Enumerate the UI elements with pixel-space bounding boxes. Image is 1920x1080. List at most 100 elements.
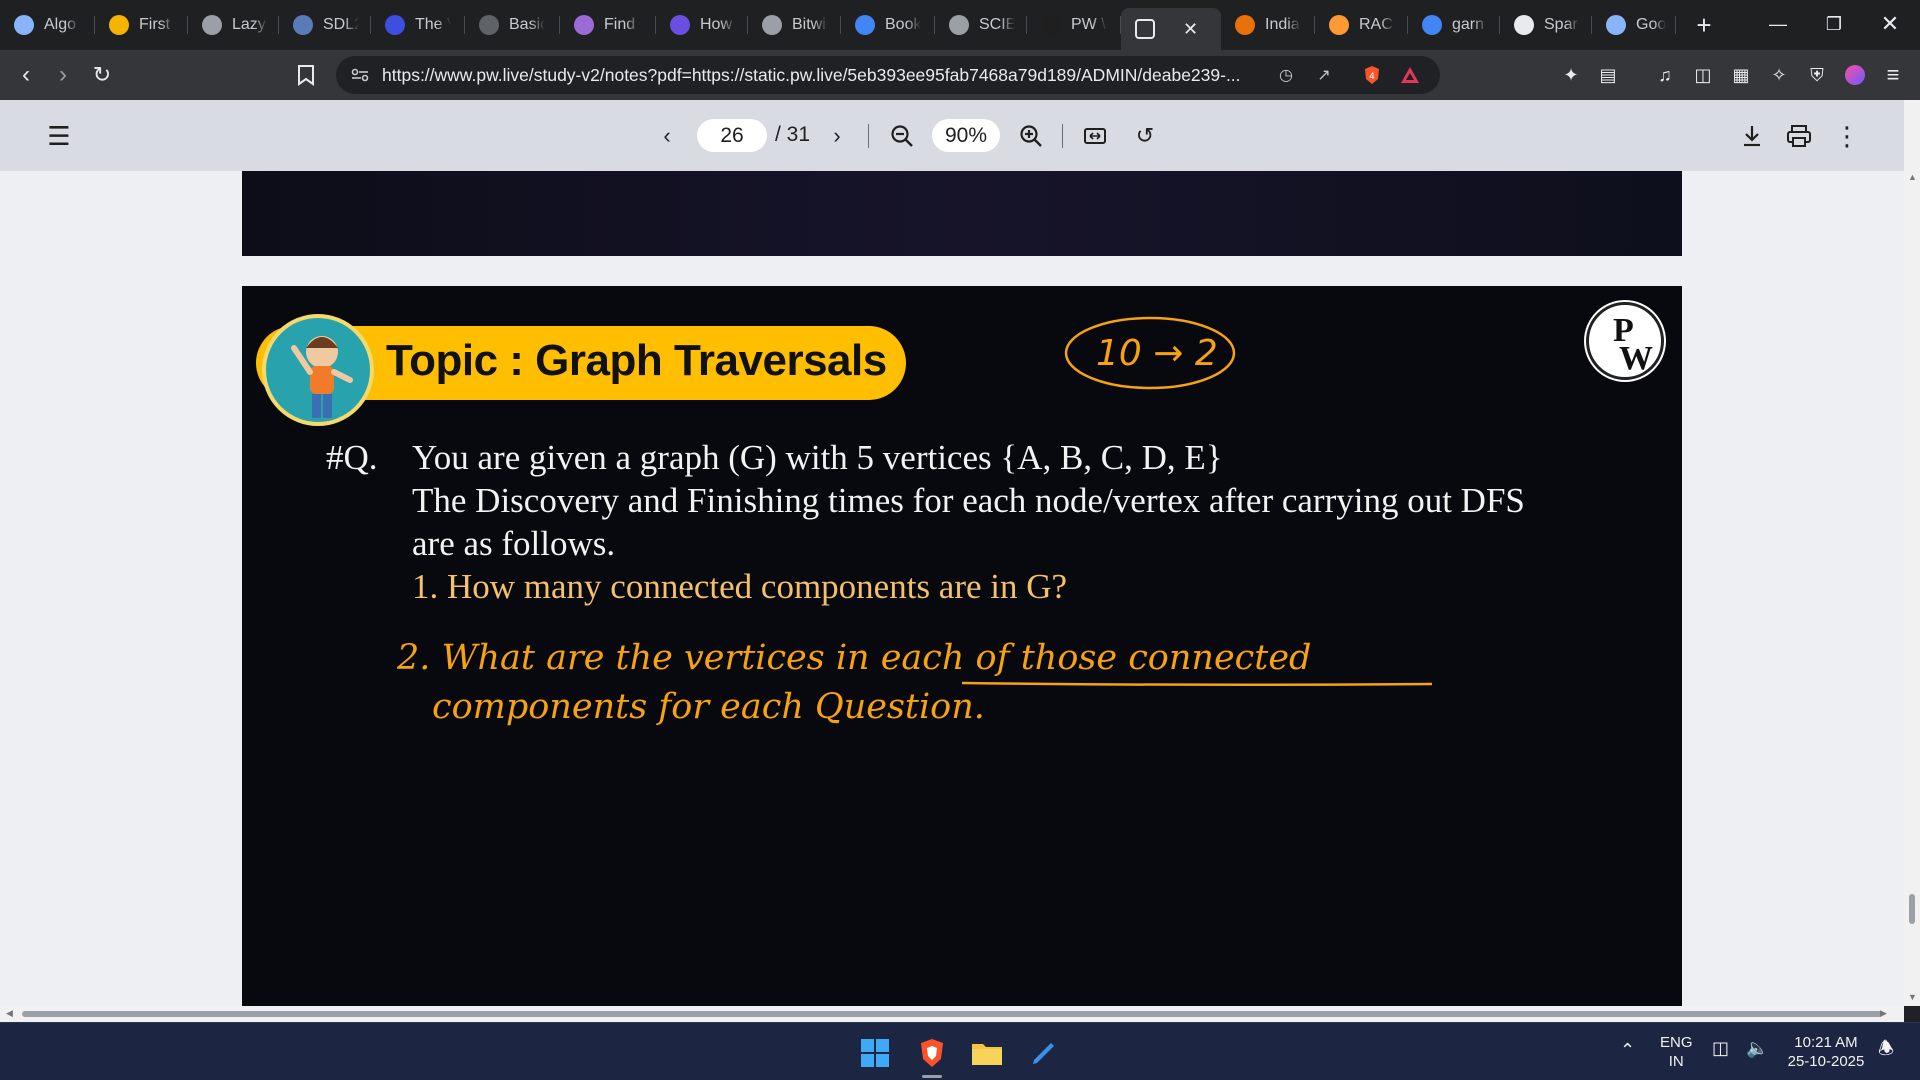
- browser-tab[interactable]: ✕: [1121, 8, 1221, 50]
- notifications-icon[interactable]: 🕭: [1878, 1039, 1894, 1058]
- brave-rewards-icon[interactable]: [1398, 63, 1422, 87]
- browser-tab[interactable]: PW \: [1027, 6, 1121, 44]
- language-indicator[interactable]: ENG IN: [1660, 1033, 1693, 1071]
- horizontal-scroll-thumb[interactable]: [22, 1011, 1882, 1017]
- tab-title: Goo: [1636, 16, 1666, 33]
- next-page-icon[interactable]: ›: [822, 121, 852, 151]
- print-icon[interactable]: [1784, 121, 1814, 151]
- network-icon[interactable]: ◫: [1712, 1039, 1729, 1058]
- pdf-toolbar: ☰ ‹ 26 / 31 › 90% ↺ ⋮: [0, 100, 1904, 171]
- tab-title: SCIE: [979, 16, 1015, 33]
- browser-tab[interactable]: The V: [371, 6, 465, 44]
- rotate-icon[interactable]: ↺: [1130, 121, 1160, 151]
- pw-icon: [1135, 19, 1155, 39]
- restore-button[interactable]: ❐: [1806, 0, 1862, 48]
- horizontal-scrollbar[interactable]: ◀ ▶: [0, 1006, 1904, 1022]
- close-window-button[interactable]: ✕: [1862, 0, 1918, 48]
- google-icon: [855, 15, 875, 35]
- site-settings-icon[interactable]: [348, 63, 372, 87]
- bookmark-icon[interactable]: [290, 59, 322, 91]
- clock-time: 10:21 AM: [1794, 1034, 1858, 1051]
- pdf-menu-icon[interactable]: ☰: [44, 121, 74, 151]
- tab-title: How: [700, 16, 733, 33]
- more-options-icon[interactable]: ⋮: [1832, 121, 1862, 151]
- zoom-out-icon[interactable]: [887, 121, 917, 151]
- language-label: ENG: [1660, 1034, 1693, 1051]
- tab-title: PW \: [1071, 16, 1106, 33]
- minimize-button[interactable]: —: [1750, 0, 1806, 48]
- close-tab-icon[interactable]: ✕: [1183, 19, 1198, 40]
- handwritten-q2-line2: components for each Question.: [432, 687, 985, 727]
- browser-tab[interactable]: Algo: [0, 6, 95, 44]
- brave-browser-icon[interactable]: [915, 1036, 949, 1070]
- clock-date: 25-10-2025: [1787, 1053, 1865, 1070]
- site-icon: [1235, 15, 1255, 35]
- page-number-input[interactable]: 26: [697, 119, 767, 152]
- share-icon[interactable]: ↗: [1312, 63, 1336, 87]
- tab-title: Bitwi: [792, 16, 826, 33]
- vertical-scroll-thumb[interactable]: [1909, 894, 1915, 924]
- download-icon[interactable]: [1737, 121, 1767, 151]
- zoom-in-icon[interactable]: [1016, 121, 1046, 151]
- browser-tab[interactable]: Lazy: [188, 6, 279, 44]
- browser-tab[interactable]: RAC: [1315, 6, 1408, 44]
- handwritten-note: 10 → 2: [1096, 333, 1218, 374]
- address-bar[interactable]: https://www.pw.live/study-v2/notes?pdf=h…: [336, 56, 1440, 94]
- tab-title: Lazy: [232, 16, 266, 33]
- fit-to-page-icon[interactable]: [1080, 121, 1110, 151]
- history-icon[interactable]: ◷: [1274, 63, 1298, 87]
- leo-ai-icon[interactable]: ✧: [1766, 62, 1792, 88]
- browser-tab[interactable]: Basic: [465, 6, 560, 44]
- gemini-icon: [1606, 15, 1626, 35]
- browser-tab[interactable]: garn: [1408, 6, 1500, 44]
- browser-toolbar: ‹ › ↻ https://www.pw.live/study-v2/notes…: [0, 50, 1920, 100]
- vpn-icon[interactable]: ⛨: [1804, 62, 1830, 88]
- pdf-viewport[interactable]: Topic : Graph Traversals P W #Q. You are…: [0, 171, 1904, 1006]
- volume-icon[interactable]: 🔈: [1746, 1039, 1768, 1058]
- browser-tab[interactable]: First: [95, 6, 188, 44]
- code-icon: [762, 15, 782, 35]
- divider: [868, 124, 869, 148]
- wallet-icon[interactable]: ▦: [1728, 62, 1754, 88]
- forward-button[interactable]: ›: [47, 59, 79, 91]
- previous-page-icon[interactable]: ‹: [652, 121, 682, 151]
- pdf-page-previous: [242, 171, 1682, 256]
- browser-tab[interactable]: How: [656, 6, 748, 44]
- browser-tab[interactable]: SDL2: [279, 6, 371, 44]
- stack-icon: [670, 15, 690, 35]
- svg-text:4: 4: [1369, 72, 1375, 82]
- back-button[interactable]: ‹: [10, 59, 42, 91]
- browser-tab[interactable]: Find: [560, 6, 656, 44]
- tab-title: Find: [604, 16, 636, 33]
- start-button[interactable]: [858, 1036, 892, 1070]
- profile-icon[interactable]: [1842, 62, 1868, 88]
- clock[interactable]: 10:21 AM 25-10-2025: [1783, 1033, 1869, 1071]
- tab-title: RAC: [1359, 16, 1393, 33]
- tab-title: Spar: [1544, 16, 1578, 33]
- reader-mode-icon[interactable]: ▤: [1595, 62, 1621, 88]
- reload-button[interactable]: ↻: [86, 59, 118, 91]
- vertical-scrollbar[interactable]: ▲ ▼: [1904, 100, 1920, 1006]
- browser-tab[interactable]: Bitwi: [748, 6, 841, 44]
- pen-app-icon[interactable]: [1027, 1036, 1061, 1070]
- file-explorer-icon[interactable]: [970, 1036, 1004, 1070]
- extensions-icon[interactable]: ✦: [1558, 62, 1584, 88]
- browser-tab[interactable]: Book: [841, 6, 935, 44]
- new-tab-button[interactable]: +: [1690, 10, 1718, 41]
- browser-tab[interactable]: SCIE: [935, 6, 1027, 44]
- browser-tab[interactable]: Spar: [1500, 6, 1592, 44]
- google-icon: [1422, 15, 1442, 35]
- browser-tab[interactable]: India: [1221, 6, 1315, 44]
- zoom-input[interactable]: 90%: [932, 119, 1000, 152]
- region-label: IN: [1668, 1053, 1684, 1070]
- tab-title: First: [139, 16, 171, 33]
- browser-tab[interactable]: Goo: [1592, 6, 1676, 44]
- menu-icon[interactable]: ≡: [1880, 62, 1906, 88]
- url-text[interactable]: https://www.pw.live/study-v2/notes?pdf=h…: [382, 65, 1241, 86]
- sidebar-icon[interactable]: ◫: [1690, 62, 1716, 88]
- tab-title: The V: [415, 16, 451, 33]
- brave-shields-icon[interactable]: 4: [1360, 63, 1384, 87]
- pdf-page: Topic : Graph Traversals P W #Q. You are…: [242, 286, 1682, 1006]
- show-hidden-icons[interactable]: ⌃: [1620, 1041, 1635, 1060]
- media-icon[interactable]: ♫: [1652, 62, 1678, 88]
